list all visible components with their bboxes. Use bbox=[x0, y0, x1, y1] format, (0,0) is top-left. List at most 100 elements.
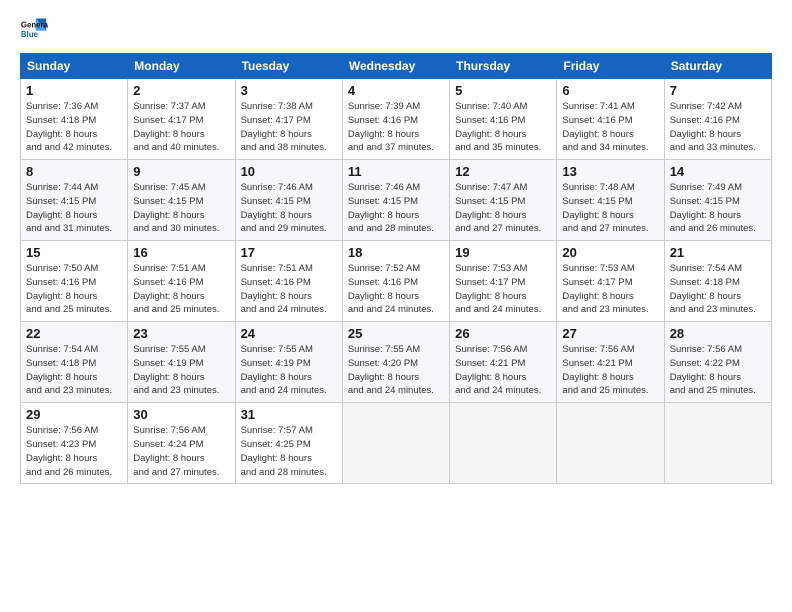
logo-icon: General Blue bbox=[20, 15, 48, 43]
day-number: 20 bbox=[562, 245, 658, 260]
calendar-day-cell: 29 Sunrise: 7:56 AMSunset: 4:23 PMDaylig… bbox=[21, 403, 128, 484]
day-info: Sunrise: 7:56 AMSunset: 4:23 PMDaylight:… bbox=[26, 424, 122, 479]
day-number: 23 bbox=[133, 326, 229, 341]
calendar-day-cell: 20 Sunrise: 7:53 AMSunset: 4:17 PMDaylig… bbox=[557, 241, 664, 322]
calendar-day-cell: 25 Sunrise: 7:55 AMSunset: 4:20 PMDaylig… bbox=[342, 322, 449, 403]
calendar-day-cell: 10 Sunrise: 7:46 AMSunset: 4:15 PMDaylig… bbox=[235, 160, 342, 241]
day-info: Sunrise: 7:51 AMSunset: 4:16 PMDaylight:… bbox=[133, 262, 229, 317]
day-number: 12 bbox=[455, 164, 551, 179]
day-info: Sunrise: 7:38 AMSunset: 4:17 PMDaylight:… bbox=[241, 100, 337, 155]
calendar-day-cell: 14 Sunrise: 7:49 AMSunset: 4:15 PMDaylig… bbox=[664, 160, 771, 241]
calendar-day-cell: 31 Sunrise: 7:57 AMSunset: 4:25 PMDaylig… bbox=[235, 403, 342, 484]
calendar-day-cell: 2 Sunrise: 7:37 AMSunset: 4:17 PMDayligh… bbox=[128, 79, 235, 160]
calendar-week-row: 1 Sunrise: 7:36 AMSunset: 4:18 PMDayligh… bbox=[21, 79, 772, 160]
calendar-day-cell: 23 Sunrise: 7:55 AMSunset: 4:19 PMDaylig… bbox=[128, 322, 235, 403]
weekday-header: Saturday bbox=[664, 54, 771, 79]
day-number: 25 bbox=[348, 326, 444, 341]
calendar-day-cell bbox=[557, 403, 664, 484]
calendar-day-cell: 15 Sunrise: 7:50 AMSunset: 4:16 PMDaylig… bbox=[21, 241, 128, 322]
calendar-day-cell: 24 Sunrise: 7:55 AMSunset: 4:19 PMDaylig… bbox=[235, 322, 342, 403]
day-info: Sunrise: 7:39 AMSunset: 4:16 PMDaylight:… bbox=[348, 100, 444, 155]
day-number: 6 bbox=[562, 83, 658, 98]
day-number: 11 bbox=[348, 164, 444, 179]
day-number: 18 bbox=[348, 245, 444, 260]
calendar-day-cell: 21 Sunrise: 7:54 AMSunset: 4:18 PMDaylig… bbox=[664, 241, 771, 322]
day-number: 9 bbox=[133, 164, 229, 179]
day-number: 14 bbox=[670, 164, 766, 179]
day-info: Sunrise: 7:49 AMSunset: 4:15 PMDaylight:… bbox=[670, 181, 766, 236]
day-number: 8 bbox=[26, 164, 122, 179]
day-info: Sunrise: 7:56 AMSunset: 4:21 PMDaylight:… bbox=[562, 343, 658, 398]
calendar-day-cell: 8 Sunrise: 7:44 AMSunset: 4:15 PMDayligh… bbox=[21, 160, 128, 241]
day-info: Sunrise: 7:57 AMSunset: 4:25 PMDaylight:… bbox=[241, 424, 337, 479]
day-number: 27 bbox=[562, 326, 658, 341]
day-info: Sunrise: 7:47 AMSunset: 4:15 PMDaylight:… bbox=[455, 181, 551, 236]
day-number: 2 bbox=[133, 83, 229, 98]
calendar-day-cell: 16 Sunrise: 7:51 AMSunset: 4:16 PMDaylig… bbox=[128, 241, 235, 322]
calendar-day-cell: 18 Sunrise: 7:52 AMSunset: 4:16 PMDaylig… bbox=[342, 241, 449, 322]
calendar-day-cell: 27 Sunrise: 7:56 AMSunset: 4:21 PMDaylig… bbox=[557, 322, 664, 403]
day-info: Sunrise: 7:56 AMSunset: 4:22 PMDaylight:… bbox=[670, 343, 766, 398]
calendar-day-cell: 17 Sunrise: 7:51 AMSunset: 4:16 PMDaylig… bbox=[235, 241, 342, 322]
calendar-day-cell: 5 Sunrise: 7:40 AMSunset: 4:16 PMDayligh… bbox=[450, 79, 557, 160]
calendar-day-cell: 28 Sunrise: 7:56 AMSunset: 4:22 PMDaylig… bbox=[664, 322, 771, 403]
day-info: Sunrise: 7:46 AMSunset: 4:15 PMDaylight:… bbox=[348, 181, 444, 236]
weekday-header: Tuesday bbox=[235, 54, 342, 79]
day-number: 28 bbox=[670, 326, 766, 341]
day-info: Sunrise: 7:51 AMSunset: 4:16 PMDaylight:… bbox=[241, 262, 337, 317]
header: General Blue bbox=[20, 15, 772, 43]
day-info: Sunrise: 7:46 AMSunset: 4:15 PMDaylight:… bbox=[241, 181, 337, 236]
day-number: 3 bbox=[241, 83, 337, 98]
day-info: Sunrise: 7:48 AMSunset: 4:15 PMDaylight:… bbox=[562, 181, 658, 236]
calendar-day-cell: 19 Sunrise: 7:53 AMSunset: 4:17 PMDaylig… bbox=[450, 241, 557, 322]
weekday-header-row: SundayMondayTuesdayWednesdayThursdayFrid… bbox=[21, 54, 772, 79]
calendar-day-cell: 26 Sunrise: 7:56 AMSunset: 4:21 PMDaylig… bbox=[450, 322, 557, 403]
day-info: Sunrise: 7:50 AMSunset: 4:16 PMDaylight:… bbox=[26, 262, 122, 317]
day-number: 29 bbox=[26, 407, 122, 422]
calendar-day-cell: 4 Sunrise: 7:39 AMSunset: 4:16 PMDayligh… bbox=[342, 79, 449, 160]
calendar-day-cell: 9 Sunrise: 7:45 AMSunset: 4:15 PMDayligh… bbox=[128, 160, 235, 241]
calendar-day-cell: 1 Sunrise: 7:36 AMSunset: 4:18 PMDayligh… bbox=[21, 79, 128, 160]
calendar-day-cell: 3 Sunrise: 7:38 AMSunset: 4:17 PMDayligh… bbox=[235, 79, 342, 160]
day-info: Sunrise: 7:44 AMSunset: 4:15 PMDaylight:… bbox=[26, 181, 122, 236]
day-info: Sunrise: 7:36 AMSunset: 4:18 PMDaylight:… bbox=[26, 100, 122, 155]
day-info: Sunrise: 7:53 AMSunset: 4:17 PMDaylight:… bbox=[562, 262, 658, 317]
weekday-header: Sunday bbox=[21, 54, 128, 79]
weekday-header: Wednesday bbox=[342, 54, 449, 79]
day-number: 15 bbox=[26, 245, 122, 260]
calendar-day-cell: 7 Sunrise: 7:42 AMSunset: 4:16 PMDayligh… bbox=[664, 79, 771, 160]
day-number: 31 bbox=[241, 407, 337, 422]
day-info: Sunrise: 7:55 AMSunset: 4:19 PMDaylight:… bbox=[241, 343, 337, 398]
day-number: 19 bbox=[455, 245, 551, 260]
day-number: 7 bbox=[670, 83, 766, 98]
calendar-week-row: 15 Sunrise: 7:50 AMSunset: 4:16 PMDaylig… bbox=[21, 241, 772, 322]
calendar-day-cell bbox=[450, 403, 557, 484]
day-info: Sunrise: 7:52 AMSunset: 4:16 PMDaylight:… bbox=[348, 262, 444, 317]
day-info: Sunrise: 7:45 AMSunset: 4:15 PMDaylight:… bbox=[133, 181, 229, 236]
calendar-day-cell bbox=[342, 403, 449, 484]
day-number: 17 bbox=[241, 245, 337, 260]
day-number: 22 bbox=[26, 326, 122, 341]
svg-text:General: General bbox=[21, 20, 48, 29]
day-number: 26 bbox=[455, 326, 551, 341]
calendar-day-cell: 13 Sunrise: 7:48 AMSunset: 4:15 PMDaylig… bbox=[557, 160, 664, 241]
day-info: Sunrise: 7:40 AMSunset: 4:16 PMDaylight:… bbox=[455, 100, 551, 155]
day-info: Sunrise: 7:55 AMSunset: 4:19 PMDaylight:… bbox=[133, 343, 229, 398]
calendar-day-cell: 6 Sunrise: 7:41 AMSunset: 4:16 PMDayligh… bbox=[557, 79, 664, 160]
day-info: Sunrise: 7:55 AMSunset: 4:20 PMDaylight:… bbox=[348, 343, 444, 398]
day-number: 16 bbox=[133, 245, 229, 260]
logo: General Blue bbox=[20, 15, 48, 43]
day-info: Sunrise: 7:42 AMSunset: 4:16 PMDaylight:… bbox=[670, 100, 766, 155]
day-number: 24 bbox=[241, 326, 337, 341]
day-info: Sunrise: 7:56 AMSunset: 4:24 PMDaylight:… bbox=[133, 424, 229, 479]
day-number: 1 bbox=[26, 83, 122, 98]
day-number: 30 bbox=[133, 407, 229, 422]
calendar-day-cell: 22 Sunrise: 7:54 AMSunset: 4:18 PMDaylig… bbox=[21, 322, 128, 403]
calendar-day-cell bbox=[664, 403, 771, 484]
svg-text:Blue: Blue bbox=[21, 30, 39, 39]
day-info: Sunrise: 7:53 AMSunset: 4:17 PMDaylight:… bbox=[455, 262, 551, 317]
page: General Blue SundayMondayTuesdayWednesda… bbox=[0, 0, 792, 612]
day-number: 5 bbox=[455, 83, 551, 98]
day-info: Sunrise: 7:54 AMSunset: 4:18 PMDaylight:… bbox=[670, 262, 766, 317]
weekday-header: Thursday bbox=[450, 54, 557, 79]
